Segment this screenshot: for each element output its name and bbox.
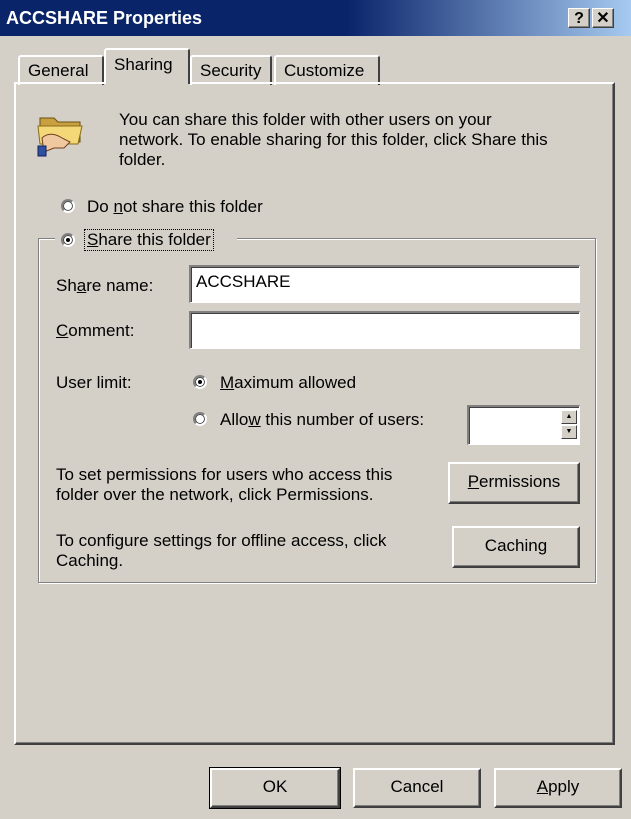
help-button[interactable]: ? (568, 8, 590, 28)
caching-button[interactable]: Caching (452, 526, 580, 568)
active-tab-joint (106, 82, 188, 85)
share-label-post: hare this folder (98, 230, 211, 249)
comment-key: C (56, 321, 69, 340)
permissions-btn-key: P (467, 472, 480, 491)
comment-label: Comment: (56, 321, 134, 341)
share-this-folder-radio[interactable] (61, 233, 75, 247)
ok-button[interactable]: OK (209, 767, 341, 809)
permissions-line-1: To set permissions for users who access … (56, 465, 393, 484)
comment-input[interactable] (189, 311, 580, 349)
do-not-share-label-post: ot share this folder (122, 197, 263, 216)
tab-security[interactable]: Security (190, 55, 272, 85)
tab-sharing-label: Sharing (114, 55, 173, 74)
permissions-line-2: folder over the network, click Permissio… (56, 485, 374, 504)
tab-customize[interactable]: Customize (274, 55, 380, 85)
caching-description: To configure settings for offline access… (56, 531, 446, 571)
share-this-folder-label[interactable]: Share this folder (84, 229, 214, 251)
share-name-input[interactable]: ACCSHARE (189, 265, 580, 303)
tab-customize-label: Customize (284, 61, 365, 80)
permissions-button[interactable]: Permissions (448, 462, 580, 504)
allow-number-radio[interactable] (193, 412, 207, 426)
permissions-btn-post: ermissions (479, 472, 561, 491)
tab-sharing[interactable]: Sharing (104, 48, 190, 84)
comment-post: omment: (68, 321, 135, 340)
allow-number-key: w (248, 410, 261, 429)
allow-number-label[interactable]: Allow this number of users: (220, 410, 424, 430)
allow-number-post: this number of users: (260, 410, 425, 429)
intro-line-1: You can share this folder with other use… (119, 110, 492, 129)
max-allowed-post: aximum allowed (234, 373, 357, 392)
do-not-share-label-pre: Do (87, 197, 114, 216)
apply-btn-key: A (536, 777, 549, 796)
share-name-label: Share name: (56, 276, 153, 296)
maximum-allowed-label[interactable]: Maximum allowed (220, 373, 356, 393)
maximum-allowed-radio[interactable] (193, 375, 207, 389)
tab-security-label: Security (200, 61, 262, 80)
sharing-intro-text: You can share this folder with other use… (119, 110, 599, 170)
share-name-pre: Sh (56, 276, 77, 295)
apply-button[interactable]: Apply (494, 768, 622, 808)
permissions-description: To set permissions for users who access … (56, 465, 446, 505)
spinner-down-icon[interactable]: ▼ (561, 425, 577, 439)
intro-line-3: folder. (119, 150, 166, 169)
caching-line-1: To configure settings for offline access… (56, 531, 387, 550)
caching-btn-pre: Cachin (484, 536, 538, 555)
intro-line-2: network. To enable sharing for this fold… (119, 130, 548, 149)
do-not-share-label[interactable]: Do not share this folder (87, 197, 263, 217)
close-button[interactable]: ✕ (592, 8, 614, 28)
cancel-button[interactable]: Cancel (353, 768, 481, 808)
do-not-share-label-key: n (113, 197, 123, 216)
shared-folder-icon (36, 108, 90, 158)
do-not-share-radio[interactable] (61, 199, 75, 213)
share-name-key: a (76, 276, 87, 295)
spinner-up-icon[interactable]: ▲ (561, 410, 577, 424)
max-allowed-key: M (220, 373, 235, 392)
caching-line-2: Caching. (56, 551, 124, 570)
user-limit-label: User limit: (56, 373, 132, 392)
tab-general[interactable]: General (18, 55, 104, 85)
window-title: ACCSHARE Properties (6, 8, 203, 28)
apply-btn-post: pply (548, 777, 580, 796)
caching-btn-key: g (537, 536, 548, 555)
share-label-key: S (87, 230, 99, 249)
tab-general-label: General (28, 61, 89, 80)
allow-number-pre: Allo (220, 410, 249, 429)
share-name-post: re name: (86, 276, 154, 295)
